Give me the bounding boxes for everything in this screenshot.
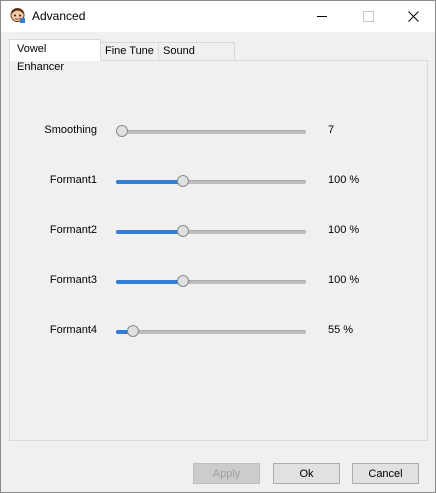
apply-button[interactable]: Apply xyxy=(193,463,260,484)
minimize-icon xyxy=(317,16,327,17)
slider-thumb[interactable] xyxy=(176,225,189,237)
tab-panel: Smoothing 7 Formant1 100 % Formant2 100 … xyxy=(9,60,428,441)
slider-value: 100 % xyxy=(328,174,360,186)
slider-value: 100 % xyxy=(328,274,360,286)
formant3-slider[interactable] xyxy=(116,275,306,287)
slider-value: 100 % xyxy=(328,224,360,236)
slider-row-smoothing: Smoothing 7 xyxy=(10,121,429,141)
slider-label: Formant4 xyxy=(49,324,97,336)
tab-strip: Vowel Enhancer Fine Tune Sound Quality xyxy=(9,39,429,73)
slider-label: Formant3 xyxy=(49,274,97,286)
smoothing-slider[interactable] xyxy=(116,125,306,137)
formant1-slider[interactable] xyxy=(116,175,306,187)
slider-value: 7 xyxy=(328,124,335,136)
formant4-slider[interactable] xyxy=(116,325,306,337)
slider-label: Smoothing xyxy=(44,124,97,136)
slider-row-formant3: Formant3 100 % xyxy=(10,271,429,291)
formant2-slider[interactable] xyxy=(116,225,306,237)
slider-fill xyxy=(116,230,183,234)
slider-thumb[interactable] xyxy=(176,175,189,187)
app-icon xyxy=(10,8,25,23)
title-bar: Advanced xyxy=(1,1,435,32)
slider-row-formant1: Formant1 100 % xyxy=(10,171,429,191)
slider-thumb[interactable] xyxy=(126,325,139,337)
slider-label: Formant1 xyxy=(49,174,97,186)
advanced-dialog: Advanced Vowel Enhancer Fine Tune Sound … xyxy=(0,0,436,493)
maximize-button[interactable] xyxy=(345,1,391,32)
slider-row-formant2: Formant2 100 % xyxy=(10,221,429,241)
minimize-button[interactable] xyxy=(299,1,345,32)
slider-row-formant4: Formant4 55 % xyxy=(10,321,429,341)
close-icon xyxy=(407,11,419,22)
tab-vowel-enhancer[interactable]: Vowel Enhancer xyxy=(9,39,101,73)
slider-thumb[interactable] xyxy=(116,125,128,137)
slider-value: 55 % xyxy=(328,324,354,336)
tab-sound-quality[interactable]: Sound Quality xyxy=(158,42,235,73)
window-title: Advanced xyxy=(32,9,86,23)
slider-thumb[interactable] xyxy=(176,275,189,287)
ok-button[interactable]: Ok xyxy=(273,463,340,484)
slider-fill xyxy=(116,180,183,184)
slider-label: Formant2 xyxy=(49,224,97,236)
maximize-icon xyxy=(362,11,374,22)
slider-fill xyxy=(116,280,183,284)
tab-fine-tune[interactable]: Fine Tune xyxy=(100,42,159,60)
cancel-button[interactable]: Cancel xyxy=(352,463,419,484)
close-button[interactable] xyxy=(390,1,436,32)
